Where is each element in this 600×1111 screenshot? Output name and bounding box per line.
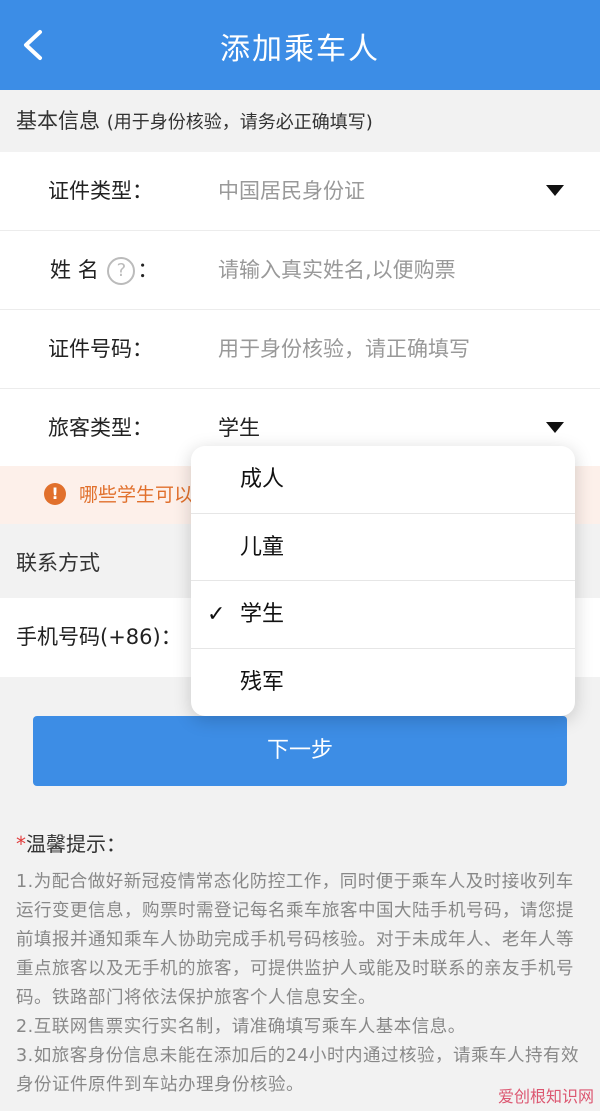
page-title: 添加乘车人 (220, 32, 380, 67)
option-disabled-military[interactable]: 残军 (191, 649, 575, 717)
dropdown-caret-icon[interactable] (546, 185, 564, 196)
passenger-form: 证件类型： 中国居民身份证 姓 名 ?： 请输入真实姓名,以便购票 证件号码： … (0, 152, 600, 468)
basic-info-note: (用于身份核验，请务必正确填写) (106, 112, 373, 133)
tips-section: *温馨提示： 1.为配合做好新冠疫情常态化防控工作，同时便于乘车人及时接收列车运… (16, 826, 586, 1100)
warning-icon: ! (44, 483, 66, 505)
name-label-char-2: 名 (77, 258, 99, 282)
checkmark-icon: ✓ (207, 602, 226, 627)
tips-paragraph: 2.互联网售票实行实名制，请准确填写乘车人基本信息。 (16, 1017, 466, 1037)
name-input[interactable]: 请输入真实姓名,以便购票 (218, 231, 456, 310)
basic-info-title: 基本信息 (16, 109, 100, 133)
option-student[interactable]: ✓ 学生 (191, 581, 575, 649)
name-row: 姓 名 ?： 请输入真实姓名,以便购票 (0, 231, 600, 310)
basic-info-heading: 基本信息 (用于身份核验，请务必正确填写) (0, 90, 600, 152)
tips-title-text: 温馨提示： (26, 832, 126, 856)
watermark: 爱创根知识网 (497, 1087, 594, 1106)
passenger-type-label: 旅客类型： (48, 416, 153, 440)
dropdown-caret-icon[interactable] (546, 422, 564, 433)
next-step-button[interactable]: 下一步 (33, 716, 567, 786)
help-icon[interactable]: ? (107, 257, 136, 285)
phone-label: 手机号码(+86)： (16, 625, 182, 649)
required-star: * (16, 832, 26, 856)
passenger-type-dropdown: 成人 儿童 ✓ 学生 残军 (191, 446, 575, 716)
tips-paragraph: 1.为配合做好新冠疫情常态化防控工作，同时便于乘车人及时接收列车运行变更信息，购… (16, 872, 574, 1008)
name-label: 姓 名 ?： (50, 231, 158, 310)
option-label: 成人 (240, 467, 285, 492)
option-child[interactable]: 儿童 (191, 514, 575, 581)
option-label: 残军 (240, 669, 285, 695)
option-label: 儿童 (240, 534, 285, 560)
id-number-label: 证件号码： (48, 337, 153, 361)
tips-title: *温馨提示： (16, 826, 586, 868)
top-bar: 添加乘车人 (0, 0, 600, 90)
id-number-input[interactable]: 用于身份核验，请正确填写 (218, 310, 470, 389)
name-label-colon: ： (137, 258, 159, 282)
name-label-char-1: 姓 (50, 258, 71, 282)
option-adult[interactable]: 成人 (191, 446, 575, 514)
option-label: 学生 (240, 602, 285, 627)
id-number-row: 证件号码： 用于身份核验，请正确填写 (0, 310, 600, 389)
id-type-label: 证件类型： (48, 179, 153, 203)
id-type-row[interactable]: 证件类型： 中国居民身份证 (0, 152, 600, 231)
id-type-select[interactable]: 中国居民身份证 (218, 152, 365, 231)
student-notice-text[interactable]: 哪些学生可以 (79, 466, 193, 524)
